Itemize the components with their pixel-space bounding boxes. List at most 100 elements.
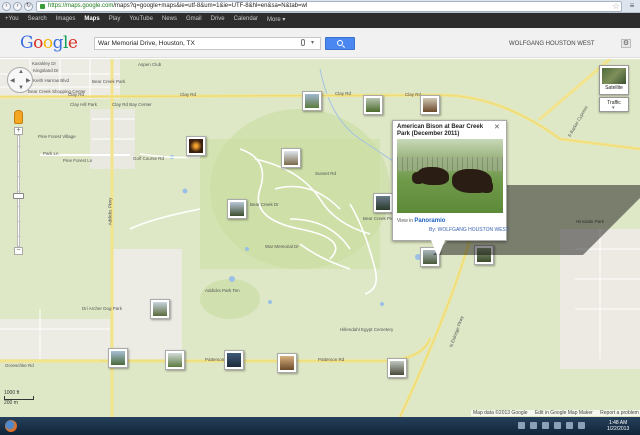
google-bar-item[interactable]: Images: [56, 16, 76, 23]
zoom-tick: [18, 161, 21, 162]
zoom-in-button[interactable]: +: [14, 127, 23, 135]
tray-icon[interactable]: [542, 422, 549, 429]
photo-thumbnail[interactable]: [224, 350, 244, 370]
traffic-button[interactable]: Traffic ▾: [599, 97, 629, 112]
edit-map-maker-link[interactable]: Edit in Google Map Maker: [535, 410, 593, 416]
google-bar-item[interactable]: More ▾: [267, 16, 285, 23]
road-label: Clay Rd: [68, 92, 85, 97]
map-data-credit: Map data ©2013 Google: [473, 410, 528, 416]
wrench-icon[interactable]: ≡: [627, 1, 637, 11]
google-bar-item[interactable]: +You: [5, 16, 19, 23]
photo-thumbnail[interactable]: [150, 299, 170, 319]
photo-thumbnail[interactable]: [227, 199, 247, 219]
zoom-out-button[interactable]: −: [14, 247, 23, 255]
logo-letter: g: [52, 33, 64, 53]
view-in-prefix: View in: [397, 218, 414, 224]
photo-thumbnail[interactable]: [108, 348, 128, 368]
google-bar-items: +You Search Images Maps Play YouTube News Gmail…: [5, 16, 294, 23]
pan-left-icon[interactable]: ◀: [10, 77, 15, 84]
pegman-icon[interactable]: [14, 110, 23, 124]
road-label: Groeschke Rd: [5, 363, 34, 368]
zoom-tick: [18, 176, 21, 177]
google-bar-item[interactable]: YouTube: [129, 16, 153, 23]
user-name[interactable]: WOLFGANG HOUSTON WEST: [509, 41, 595, 47]
zoom-tick: [18, 206, 21, 207]
photo-thumbnail[interactable]: [363, 95, 383, 115]
photo-author-link[interactable]: By: WOLFGANG HOUSTON WEST: [429, 227, 509, 233]
bison-photo[interactable]: [397, 139, 503, 213]
google-bar-item[interactable]: News: [162, 16, 177, 23]
photo-thumbnail[interactable]: [373, 193, 393, 213]
clock[interactable]: 1:48 AM 1/22/2013: [607, 420, 629, 432]
photo-thumbnail[interactable]: [165, 350, 185, 370]
info-window-title[interactable]: American Bison at Bear Creek Park (Decem…: [397, 124, 493, 138]
google-bar-item[interactable]: Drive: [211, 16, 225, 23]
photo-thumbnail[interactable]: [186, 136, 206, 156]
search-options-arrow-icon[interactable]: ▾: [311, 39, 314, 46]
view-in-panoramio-link[interactable]: View in Panoramio: [397, 218, 445, 224]
search-button[interactable]: [325, 37, 355, 50]
satellite-label: Satellite: [605, 85, 623, 91]
back-button[interactable]: ‹: [2, 2, 11, 11]
tray-icon[interactable]: [566, 422, 573, 429]
street-label: Kasskley Dr: [32, 61, 57, 66]
reload-button[interactable]: ↻: [24, 2, 33, 11]
report-problem-link[interactable]: Report a problem: [600, 410, 639, 416]
google-bar-item[interactable]: Search: [28, 16, 47, 23]
nav-buttons: ‹ › ↻: [2, 2, 33, 11]
road-label: Patterson Rd: [318, 357, 345, 362]
clock-date: 1/22/2013: [607, 426, 630, 432]
logo-letter: e: [67, 33, 78, 53]
pan-down-icon[interactable]: ▼: [18, 85, 24, 91]
photo-thumbnail[interactable]: [387, 358, 407, 378]
logo-letter: o: [33, 33, 43, 53]
forward-button[interactable]: ›: [13, 2, 22, 11]
map-canvas[interactable]: Kasskley Dr Keith Harrow Blvd Kingsland …: [0, 59, 640, 417]
search-header: Google War Memorial Drive, Houston, TX ▾…: [0, 28, 640, 58]
street-label: Sunset Rd: [315, 171, 337, 176]
satellite-button[interactable]: Satellite: [599, 65, 629, 95]
map-attribution: Map data ©2013 Google Edit in Google Map…: [471, 410, 640, 416]
photo-thumbnail[interactable]: [281, 148, 301, 168]
chevron-down-icon: ▾: [612, 105, 615, 111]
address-bar[interactable]: https://maps.google.com/maps?q=google+ma…: [36, 1, 622, 12]
park-label: Bear Creek Park: [92, 79, 126, 84]
photo-thumbnail[interactable]: [420, 95, 440, 115]
url-path: /maps?q=google+maps&ie=utf-8&um=1&ie=UTF…: [113, 3, 308, 9]
tray-icon[interactable]: [578, 422, 585, 429]
google-bar-item[interactable]: Play: [109, 16, 121, 23]
zoom-slider-track[interactable]: [17, 135, 21, 247]
google-bar-item[interactable]: Calendar: [234, 16, 258, 23]
zoom-slider-handle[interactable]: [13, 193, 24, 199]
google-bar-item[interactable]: Gmail: [186, 16, 202, 23]
tray-icon[interactable]: [518, 422, 525, 429]
close-icon[interactable]: ✕: [494, 123, 500, 131]
photo-thumbnail[interactable]: [302, 91, 322, 111]
bookmark-star-icon[interactable]: ☆: [612, 1, 620, 12]
tray-icon[interactable]: [530, 422, 537, 429]
zoom-tick: [18, 146, 21, 147]
photo-fence: [397, 157, 503, 171]
search-input[interactable]: War Memorial Drive, Houston, TX: [94, 37, 321, 50]
google-bar-item[interactable]: Maps: [84, 16, 99, 23]
firefox-icon[interactable]: [5, 420, 17, 432]
pan-control[interactable]: ▲ ◀ ▶ ▼: [7, 67, 33, 93]
photo-thumbnail[interactable]: [277, 353, 297, 373]
google-logo[interactable]: Google: [20, 33, 78, 53]
street-label: Keith Harrow Blvd: [33, 78, 70, 83]
street-label: Bear Creek Dr: [250, 202, 279, 207]
scale-meters: 200 m: [4, 400, 18, 406]
bison-head: [479, 179, 493, 193]
zoom-tick: [18, 191, 21, 192]
search-icon: [337, 40, 343, 46]
street-label: War Memorial Dr: [265, 244, 299, 249]
microphone-icon[interactable]: [301, 39, 305, 46]
pan-right-icon[interactable]: ▶: [26, 77, 31, 84]
settings-icon[interactable]: ⚙: [621, 39, 631, 48]
tray-icon[interactable]: [554, 422, 561, 429]
zoom-tick: [18, 236, 21, 237]
url-text[interactable]: https://maps.google.com/maps?q=google+ma…: [48, 3, 307, 9]
pan-up-icon[interactable]: ▲: [18, 69, 24, 75]
place-label: Addicks Park Ten: [205, 288, 240, 293]
zoom-tick: [18, 221, 21, 222]
